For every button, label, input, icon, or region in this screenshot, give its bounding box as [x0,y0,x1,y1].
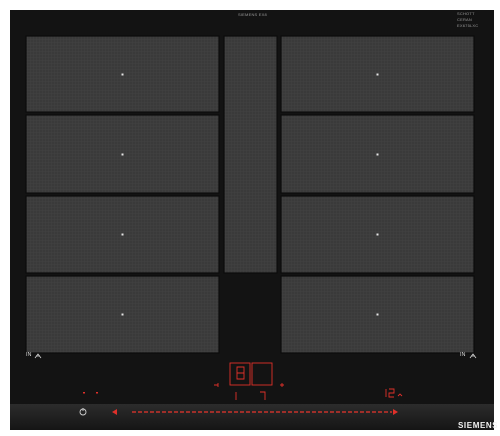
center-mark [121,153,124,156]
center-mark [121,313,124,316]
left-zone-label: IN [26,352,32,358]
center-mark [121,233,124,236]
brand-line-2: CERAN [457,17,473,22]
center-mark [376,313,379,316]
brand-line-1: SCHOTT [457,11,475,16]
right-zone-label: IN [460,352,466,358]
center-mark [121,73,124,76]
center-zone [223,35,278,274]
model-text: SIEMENS EX8 [238,12,267,17]
center-mark [376,153,379,156]
brand-logo: SIEMENS [458,421,499,430]
indicator-dot [96,392,98,394]
center-mark [376,73,379,76]
induction-hob [10,10,494,430]
brand-line-3: EX675LXC [457,23,479,28]
center-mark [376,233,379,236]
front-bevel [10,404,494,430]
indicator-dot [83,392,85,394]
